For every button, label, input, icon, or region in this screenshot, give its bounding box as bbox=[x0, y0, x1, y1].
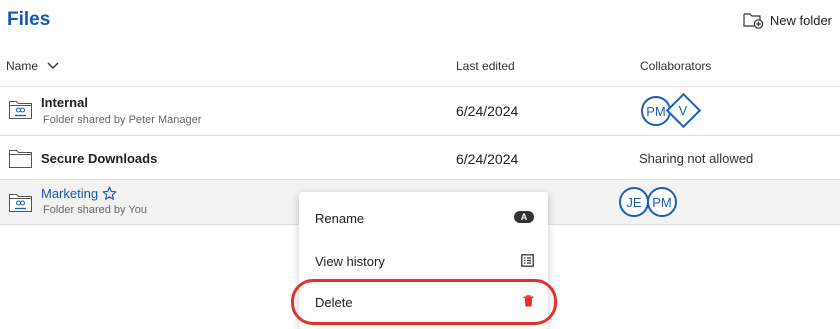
shared-folder-icon bbox=[9, 101, 32, 119]
table-row[interactable]: Internal Folder shared by Peter Manager … bbox=[0, 86, 840, 135]
avatar-initials: V bbox=[678, 103, 688, 118]
avatar-initials: PM bbox=[646, 103, 666, 119]
view-history-label: View history bbox=[315, 254, 385, 269]
collaborators-column-label: Collaborators bbox=[640, 59, 712, 73]
chevron-down-icon bbox=[47, 62, 59, 69]
menu-item-rename[interactable]: Rename A bbox=[299, 199, 548, 237]
new-folder-button[interactable]: New folder bbox=[743, 11, 832, 29]
folder-shared-by: Folder shared by You bbox=[43, 204, 147, 216]
folder-name[interactable]: Internal bbox=[41, 95, 88, 110]
last-edited-date: 6/24/2024 bbox=[456, 151, 519, 167]
delete-highlight-outline bbox=[291, 279, 557, 325]
page-title: Files bbox=[7, 9, 51, 30]
avatar[interactable]: JE bbox=[619, 187, 649, 217]
rename-label: Rename bbox=[315, 211, 365, 226]
new-folder-label: New folder bbox=[769, 12, 832, 28]
folder-icon bbox=[9, 150, 32, 168]
new-folder-icon bbox=[743, 13, 764, 29]
folder-shared-by: Folder shared by Peter Manager bbox=[43, 114, 202, 126]
folder-name[interactable]: Marketing bbox=[41, 186, 98, 201]
avatar[interactable]: PM bbox=[647, 187, 677, 217]
shared-folder-icon bbox=[9, 194, 32, 212]
history-icon bbox=[521, 254, 534, 267]
folder-name-link[interactable]: Marketing bbox=[41, 186, 117, 201]
last-edited-column-label: Last edited bbox=[456, 59, 515, 73]
table-row[interactable]: Secure Downloads 6/24/2024 Sharing not a… bbox=[0, 135, 840, 179]
sort-name-header[interactable]: Name bbox=[6, 59, 59, 73]
folder-name[interactable]: Secure Downloads bbox=[41, 151, 157, 166]
last-edited-date: 6/24/2024 bbox=[456, 103, 519, 119]
avatar-initials: PM bbox=[652, 194, 672, 210]
name-column-label: Name bbox=[6, 59, 39, 73]
shortcut-badge-icon: A bbox=[514, 211, 534, 223]
sharing-status: Sharing not allowed bbox=[639, 151, 754, 166]
star-icon[interactable] bbox=[102, 186, 117, 201]
menu-item-view-history[interactable]: View history bbox=[299, 242, 548, 280]
avatar-initials: JE bbox=[626, 194, 642, 210]
